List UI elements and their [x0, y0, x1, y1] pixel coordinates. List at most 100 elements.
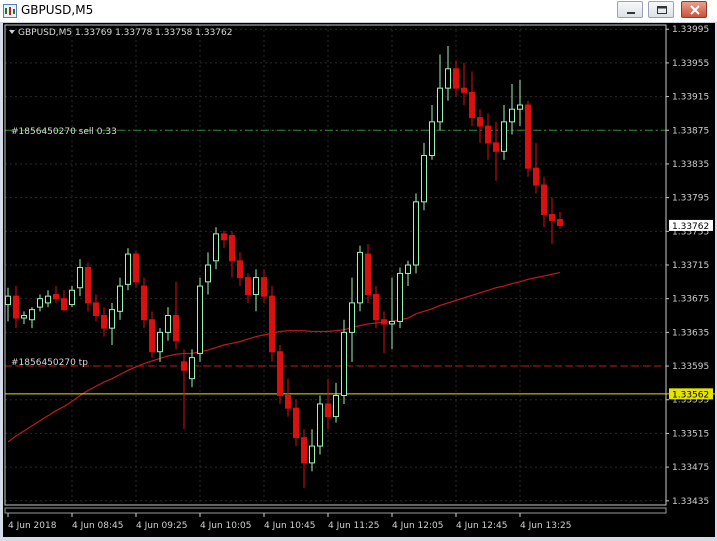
candle-body [301, 437, 307, 464]
candle-body [381, 319, 387, 325]
svg-text:1.33762: 1.33762 [672, 222, 709, 232]
candle-body [541, 184, 547, 215]
candle-body [293, 407, 299, 439]
candle-body [533, 167, 539, 186]
candle [317, 395, 323, 455]
candle-body [197, 285, 203, 354]
candle-body [277, 351, 283, 397]
candle-body [133, 253, 139, 283]
price-tick-label: 1.33715 [672, 261, 709, 271]
candle-body [269, 295, 275, 353]
price-tick-label: 1.33675 [672, 295, 709, 305]
candle-body [493, 142, 499, 152]
candle-body [477, 117, 483, 127]
candle-body [37, 298, 43, 308]
candle-body [261, 277, 267, 297]
candle-body [165, 315, 171, 333]
maximize-icon [657, 6, 667, 14]
candle-body [109, 309, 115, 329]
candle-body [85, 267, 91, 304]
candle [133, 250, 139, 288]
candle-body [69, 289, 75, 306]
candle-body [413, 201, 419, 266]
candle-body [253, 277, 259, 295]
candle-body [557, 219, 563, 226]
price-tick-label: 1.33875 [672, 126, 709, 136]
candle-body [237, 260, 243, 279]
price-tick-label: 1.33435 [672, 497, 709, 507]
candle-body [21, 315, 27, 319]
time-tick-label: 4 Jun 13:25 [520, 521, 571, 531]
candle-body [221, 233, 227, 241]
candle-body [549, 213, 555, 221]
candle-body [445, 68, 451, 89]
time-tick-label: 4 Jun 12:45 [456, 521, 507, 531]
candle [277, 345, 283, 404]
candle-body [189, 357, 195, 380]
candle [341, 319, 347, 404]
svg-text:1.33562: 1.33562 [672, 390, 709, 400]
candle-body [437, 87, 443, 123]
chart-window[interactable]: 1.33995 1.33955 1.33915 1.33875 1.33835 1.337… [3, 23, 715, 537]
price-tick-label: 1.33635 [672, 328, 709, 338]
candle-body [333, 395, 339, 418]
time-tick-label: 4 Jun 08:45 [72, 521, 123, 531]
candle-body [461, 87, 467, 93]
candle [269, 286, 275, 362]
price-axis: 1.33995 1.33955 1.33915 1.33875 1.33835 1.337… [666, 25, 709, 507]
tp-order-label: #1856450270 tp [11, 358, 88, 368]
candle-body [429, 121, 435, 157]
candle-body [349, 302, 355, 333]
maximize-button[interactable] [648, 1, 674, 18]
candle-body [117, 285, 123, 312]
candle [125, 248, 131, 291]
candle-body [29, 309, 35, 321]
price-tick-label: 1.33515 [672, 429, 709, 439]
sell-order-label: #1856450270 sell 0.33 [11, 127, 117, 137]
candle-body [309, 445, 315, 464]
candle-body [101, 315, 107, 329]
candle-body [53, 293, 59, 300]
price-chart[interactable]: 1.33995 1.33955 1.33915 1.33875 1.33835 1.337… [3, 23, 715, 537]
yellow-level-tag: 1.33562 [669, 388, 713, 400]
candle [197, 277, 203, 362]
candle-body [365, 253, 371, 295]
close-icon [690, 5, 700, 15]
candle-body [317, 403, 323, 447]
candle-body [405, 264, 411, 274]
candle-body [501, 121, 507, 152]
candle-body [469, 91, 475, 119]
candle-body [389, 320, 395, 325]
candle [397, 267, 403, 329]
chart-window-icon [3, 3, 17, 18]
time-tick-label: 4 Jun 12:05 [392, 521, 443, 531]
minimize-button[interactable] [617, 1, 643, 18]
candle-body [213, 233, 219, 262]
candle-body [341, 331, 347, 397]
candle-body [325, 403, 331, 418]
candle-body [509, 108, 515, 123]
price-tick-label: 1.33475 [672, 463, 709, 473]
price-tick-label: 1.33955 [672, 59, 709, 69]
candle-body [205, 264, 211, 283]
candle-body [157, 331, 163, 353]
candle-body [45, 295, 51, 304]
candle-body [5, 295, 11, 306]
time-tick-label: 4 Jun 10:05 [200, 521, 251, 531]
candle-body [517, 104, 523, 110]
time-tick-label: 4 Jun 2018 [8, 521, 57, 531]
candle-body [61, 298, 67, 311]
candle-body [373, 293, 379, 321]
candle-body [125, 253, 131, 285]
candle-body [285, 395, 291, 409]
candle-body [397, 272, 403, 322]
candle-body [13, 295, 19, 319]
close-button[interactable] [681, 1, 707, 18]
candle [413, 193, 419, 274]
minimize-icon [627, 12, 635, 14]
time-tick-label: 4 Jun 10:45 [264, 521, 315, 531]
window-title-bar[interactable]: GBPUSD,M5 [0, 0, 717, 23]
candle-body [93, 302, 99, 317]
candle [525, 100, 531, 177]
time-tick-label: 4 Jun 11:25 [328, 521, 379, 531]
